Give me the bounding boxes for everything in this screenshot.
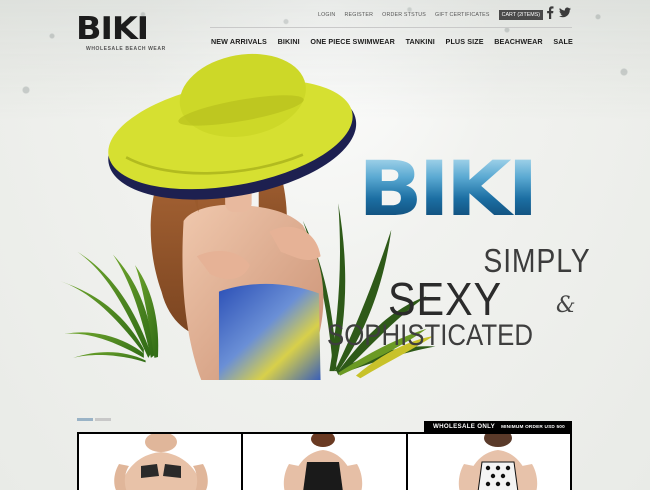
- minimum-order-label: MINIMUM ORDER USD 500: [501, 424, 565, 429]
- slogan-sophisticated: SOPHISTICATED: [327, 319, 533, 352]
- slogan-ampersand: &: [556, 293, 576, 318]
- model-swimsuit: [218, 283, 321, 380]
- polka-dot-product-image: [458, 434, 537, 490]
- slider-dot-2[interactable]: [95, 418, 111, 421]
- slider-dot-1[interactable]: [77, 418, 93, 421]
- product-card-polka-dot[interactable]: [407, 434, 570, 490]
- wholesale-banner: WHOLESALE ONLY MINIMUM ORDER USD 500: [424, 421, 572, 432]
- product-card-one-piece[interactable]: [243, 434, 406, 490]
- product-card-bikini[interactable]: [79, 434, 242, 490]
- slogan-sexy: SEXY: [388, 273, 503, 325]
- slider-pagination: [77, 418, 111, 421]
- wholesale-label: WHOLESALE ONLY: [433, 423, 496, 430]
- page: BIKI WHOLESALE BEACH WEAR LOGIN REGISTER…: [0, 0, 650, 490]
- one-piece-product-image: [284, 434, 363, 490]
- bikini-product-image: [114, 434, 208, 490]
- product-strip: [77, 432, 572, 490]
- hero-brand-wordmark: BIKI: [358, 150, 598, 228]
- palm-leaf-left: [59, 251, 159, 363]
